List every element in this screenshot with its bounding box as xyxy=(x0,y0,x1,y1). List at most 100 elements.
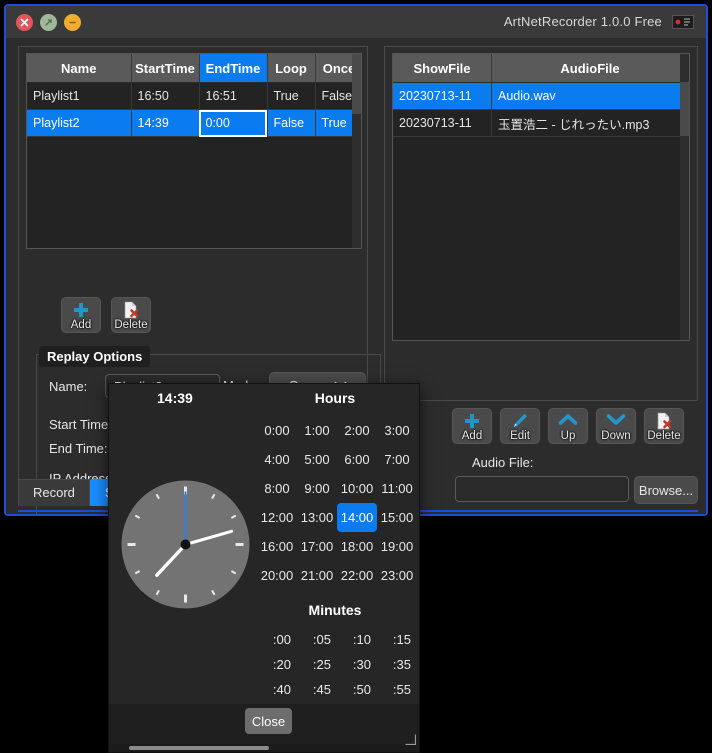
app-logo-icon xyxy=(672,15,694,29)
time-picker-minutes-title: Minutes xyxy=(308,602,362,618)
showfile-down-button[interactable]: Down xyxy=(596,408,636,444)
showfile-table-header-row: ShowFile AudioFile xyxy=(393,54,689,83)
column-header-audiofile[interactable]: AudioFile xyxy=(491,54,689,83)
time-picker-hour-3-00[interactable]: 3:00 xyxy=(377,416,417,445)
time-picker-hour-1-00[interactable]: 1:00 xyxy=(297,416,337,445)
cell-loop[interactable]: True xyxy=(267,82,316,110)
time-picker-hours-row: 20:00 21:00 22:00 23:00 xyxy=(257,561,417,590)
browse-button[interactable]: Browse... xyxy=(634,476,698,504)
analog-clock xyxy=(119,478,252,611)
cell-endtime[interactable]: 0:00 xyxy=(199,109,268,137)
time-picker-hour-2-00[interactable]: 2:00 xyxy=(337,416,377,445)
time-picker-hour-0-00[interactable]: 0:00 xyxy=(257,416,297,445)
time-picker-minute-20[interactable]: :20 xyxy=(257,652,297,677)
table-row[interactable]: Playlist1 16:50 16:51 True False xyxy=(27,82,361,110)
showfile-delete-button[interactable]: Delete xyxy=(644,408,684,444)
plus-icon xyxy=(62,301,100,319)
showfile-up-button[interactable]: Up xyxy=(548,408,588,444)
minimize-button[interactable] xyxy=(64,13,81,31)
time-picker-minute-50[interactable]: :50 xyxy=(337,677,377,702)
time-picker-hour-6-00[interactable]: 6:00 xyxy=(337,445,377,474)
time-picker-hour-5-00[interactable]: 5:00 xyxy=(297,445,337,474)
playlist-table-scrollbar[interactable] xyxy=(352,54,361,248)
time-picker-minute-10[interactable]: :10 xyxy=(337,627,377,652)
cell-audiofile[interactable]: Audio.wav xyxy=(491,82,689,110)
cell-loop[interactable]: False xyxy=(267,109,316,137)
time-picker-minute-05[interactable]: :05 xyxy=(297,627,337,652)
maximize-button[interactable] xyxy=(40,13,57,31)
end-time-label: End Time: xyxy=(49,441,108,456)
column-header-starttime[interactable]: StartTime xyxy=(131,54,200,83)
close-button[interactable] xyxy=(16,13,33,31)
column-header-showfile[interactable]: ShowFile xyxy=(393,54,492,83)
cell-name[interactable]: Playlist1 xyxy=(27,82,132,110)
time-picker-hour-7-00[interactable]: 7:00 xyxy=(377,445,417,474)
time-picker-minute-40[interactable]: :40 xyxy=(257,677,297,702)
time-picker-hour-22-00[interactable]: 22:00 xyxy=(337,561,377,590)
column-header-name[interactable]: Name xyxy=(27,54,132,83)
cell-starttime[interactable]: 16:50 xyxy=(131,82,200,110)
showfile-delete-label: Delete xyxy=(647,430,681,442)
playlist-delete-button[interactable]: Delete xyxy=(111,297,151,333)
window-title: ArtNetRecorder 1.0.0 Free xyxy=(503,14,662,29)
time-picker-hscrollbar[interactable] xyxy=(109,744,419,752)
time-picker-hour-23-00[interactable]: 23:00 xyxy=(377,561,417,590)
cell-endtime[interactable]: 16:51 xyxy=(199,82,268,110)
time-picker-minute-45[interactable]: :45 xyxy=(297,677,337,702)
playlist-table-header-row: Name StartTime EndTime Loop Once xyxy=(27,54,361,83)
time-picker-hour-20-00[interactable]: 20:00 xyxy=(257,561,297,590)
time-picker-minute-55[interactable]: :55 xyxy=(377,677,417,702)
showfile-add-button[interactable]: Add xyxy=(452,408,492,444)
table-row[interactable]: Playlist2 14:39 0:00 False True xyxy=(27,109,361,137)
showfile-toolbar: Add Edit Up Down Delete xyxy=(452,408,684,444)
document-delete-icon xyxy=(112,301,150,319)
time-picker-hour-12-00[interactable]: 12:00 xyxy=(257,503,297,532)
cell-name[interactable]: Playlist2 xyxy=(27,109,132,137)
showfile-up-label: Up xyxy=(560,430,576,442)
showfile-edit-button[interactable]: Edit xyxy=(500,408,540,444)
time-picker-close-button[interactable]: Close xyxy=(245,708,292,734)
replay-options-legend: Replay Options xyxy=(39,346,151,367)
time-picker-hours-grid: 0:00 1:00 2:00 3:00 4:00 5:00 6:00 7:00 8:00 9:00… xyxy=(257,416,417,590)
playlist-add-button[interactable]: Add xyxy=(61,297,101,333)
showfile-table-scrollbar[interactable] xyxy=(680,54,689,340)
column-header-endtime[interactable]: EndTime xyxy=(199,54,268,83)
audio-file-input[interactable] xyxy=(455,476,629,502)
time-picker-hour-15-00[interactable]: 15:00 xyxy=(377,503,417,532)
time-picker-hour-21-00[interactable]: 21:00 xyxy=(297,561,337,590)
playlist-table[interactable]: Name StartTime EndTime Loop Once Playlis… xyxy=(26,53,362,249)
table-row[interactable]: 20230713-11 Audio.wav xyxy=(393,82,689,110)
resize-grip[interactable] xyxy=(405,732,417,746)
time-picker-hour-18-00[interactable]: 18:00 xyxy=(337,532,377,561)
time-picker-hour-10-00[interactable]: 10:00 xyxy=(337,474,377,503)
time-picker-hour-16-00[interactable]: 16:00 xyxy=(257,532,297,561)
time-picker-hour-11-00[interactable]: 11:00 xyxy=(377,474,417,503)
time-picker-minute-25[interactable]: :25 xyxy=(297,652,337,677)
cell-showfile[interactable]: 20230713-11 xyxy=(393,109,492,137)
tab-record[interactable]: Record xyxy=(18,479,90,506)
time-picker-minute-30[interactable]: :30 xyxy=(337,652,377,677)
cell-starttime[interactable]: 14:39 xyxy=(131,109,200,137)
end-time-row: End Time: xyxy=(49,441,108,456)
title-bar: ArtNetRecorder 1.0.0 Free xyxy=(6,6,706,39)
time-picker-hours-title: Hours xyxy=(314,390,356,406)
time-picker-minute-35[interactable]: :35 xyxy=(377,652,417,677)
showfile-table[interactable]: ShowFile AudioFile 20230713-11 Audio.wav… xyxy=(392,53,690,341)
time-picker-hour-13-00[interactable]: 13:00 xyxy=(297,503,337,532)
cell-showfile[interactable]: 20230713-11 xyxy=(393,82,492,110)
time-picker-hour-17-00[interactable]: 17:00 xyxy=(297,532,337,561)
time-picker-hour-8-00[interactable]: 8:00 xyxy=(257,474,297,503)
time-picker-minute-00[interactable]: :00 xyxy=(257,627,297,652)
time-picker-hour-14-00[interactable]: 14:00 xyxy=(337,503,377,532)
time-picker-hour-4-00[interactable]: 4:00 xyxy=(257,445,297,474)
pencil-icon xyxy=(501,412,539,430)
table-row[interactable]: 20230713-11 玉置浩二 - じれったい.mp3 xyxy=(393,109,689,137)
time-picker-popup: 14:39 Hours 0:00 1:00 2:00 3:00 4:00 5:00 6:00… xyxy=(108,383,420,753)
showfile-down-label: Down xyxy=(601,430,631,442)
time-picker-hour-19-00[interactable]: 19:00 xyxy=(377,532,417,561)
time-picker-hour-9-00[interactable]: 9:00 xyxy=(297,474,337,503)
column-header-loop[interactable]: Loop xyxy=(267,54,316,83)
document-delete-icon xyxy=(645,412,683,430)
time-picker-minute-15[interactable]: :15 xyxy=(377,627,417,652)
cell-audiofile[interactable]: 玉置浩二 - じれったい.mp3 xyxy=(491,109,689,137)
